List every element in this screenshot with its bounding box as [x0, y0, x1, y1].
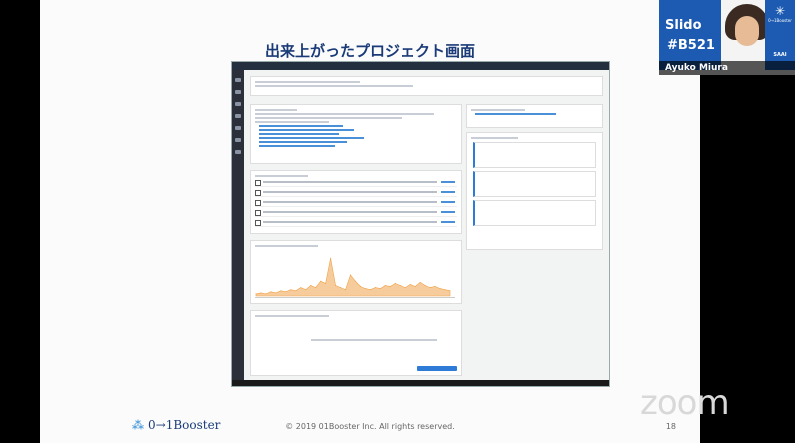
speaker-face [735, 16, 759, 46]
data-point [260, 292, 262, 294]
data-point [379, 288, 381, 290]
data-point [404, 287, 406, 289]
data-point [265, 293, 267, 295]
pull-requests-panel [250, 310, 462, 376]
data-point [384, 285, 386, 286]
table-row[interactable] [255, 199, 457, 207]
data-point [394, 282, 396, 284]
readme-panel [250, 104, 462, 164]
page-number: 18 [665, 422, 676, 431]
pipeline-stage-card[interactable] [473, 200, 596, 226]
activity-chart-panel [250, 240, 462, 304]
data-point [340, 287, 342, 289]
data-point [270, 291, 272, 293]
speaker-video-tile[interactable]: Slido #B521 ✳ 0→1Booster SAAI Ayuko Miur… [659, 0, 795, 75]
endpoint-panel [466, 104, 603, 128]
data-point [424, 285, 426, 286]
sidebar-icon [235, 114, 241, 118]
commits-panel [250, 170, 462, 234]
pipeline-stage-card[interactable] [473, 171, 596, 197]
data-point [364, 288, 366, 290]
series-area [255, 258, 451, 297]
slido-label: Slido [665, 18, 702, 33]
data-point [369, 289, 371, 291]
data-point [414, 286, 416, 287]
data-point [255, 293, 257, 295]
table-row[interactable] [255, 189, 457, 197]
data-point [350, 274, 351, 276]
participant-name: Ayuko Miura [659, 61, 795, 75]
table-row[interactable] [255, 209, 457, 217]
brand-star-icon: ✳ [774, 4, 786, 18]
sidebar-icon [235, 90, 241, 94]
data-point [290, 289, 292, 291]
activity-chart [255, 257, 451, 297]
data-point [409, 284, 411, 285]
brand-tag: SAAI [773, 52, 787, 58]
data-point [429, 287, 431, 289]
data-point [320, 280, 322, 282]
data-point [300, 287, 302, 289]
slido-code: #B521 [667, 38, 715, 53]
data-point [439, 288, 441, 290]
presentation-slide: 出来上がったプロジェクト画面 ⁂ 0→1Booster © 2019 01Boo… [40, 0, 700, 443]
create-button[interactable] [417, 366, 457, 371]
data-point [399, 285, 401, 286]
taskbar [232, 380, 609, 386]
brand-name: 0→1Booster [768, 18, 792, 23]
data-point [419, 281, 421, 283]
data-point [434, 286, 436, 287]
project-screenshot [231, 61, 610, 387]
data-point [345, 289, 346, 291]
sidebar-icon [235, 150, 241, 154]
table-row[interactable] [255, 219, 457, 227]
sidebar-icon [235, 78, 241, 82]
data-point [315, 287, 317, 289]
data-point [295, 290, 297, 292]
data-point [280, 290, 282, 292]
slide-title: 出来上がったプロジェクト画面 [264, 42, 475, 60]
sidebar-icon [235, 102, 241, 106]
zoom-watermark: zoom [640, 383, 730, 423]
data-point [310, 285, 312, 286]
table-row[interactable] [255, 179, 457, 187]
pipeline-stage-card[interactable] [473, 142, 596, 168]
console-sidebar [232, 70, 244, 380]
data-point [389, 286, 391, 287]
data-point [285, 291, 287, 293]
sidebar-icon [235, 138, 241, 142]
data-point [374, 287, 376, 289]
project-header-panel [250, 76, 603, 96]
copyright-text: © 2019 01Booster Inc. All rights reserve… [285, 422, 455, 431]
console-main [244, 70, 609, 380]
data-point [335, 285, 337, 286]
console-top-bar [232, 62, 609, 70]
data-point [275, 292, 277, 294]
pipeline-panel [466, 132, 603, 250]
sidebar-icon [235, 126, 241, 130]
data-point [325, 282, 327, 284]
brand-banner: ✳ 0→1Booster SAAI [765, 0, 795, 70]
data-point [360, 286, 361, 287]
data-point [305, 289, 307, 291]
data-point [330, 257, 332, 259]
slido-banner: Slido #B521 [659, 0, 721, 70]
data-point [449, 290, 451, 292]
data-point [355, 280, 356, 282]
data-point [444, 289, 446, 291]
